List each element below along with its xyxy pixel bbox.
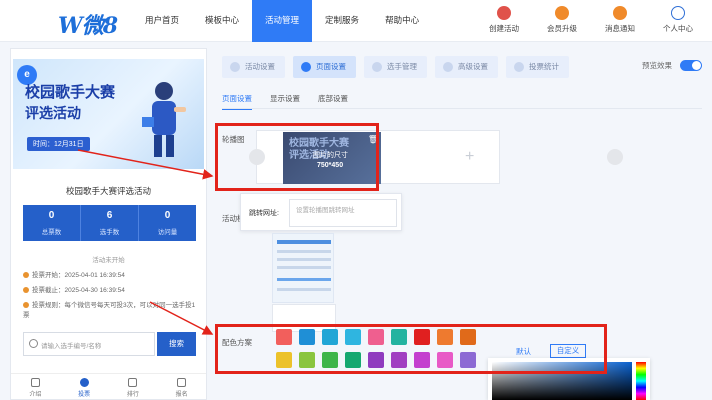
annotation-arrows [77, 149, 214, 335]
